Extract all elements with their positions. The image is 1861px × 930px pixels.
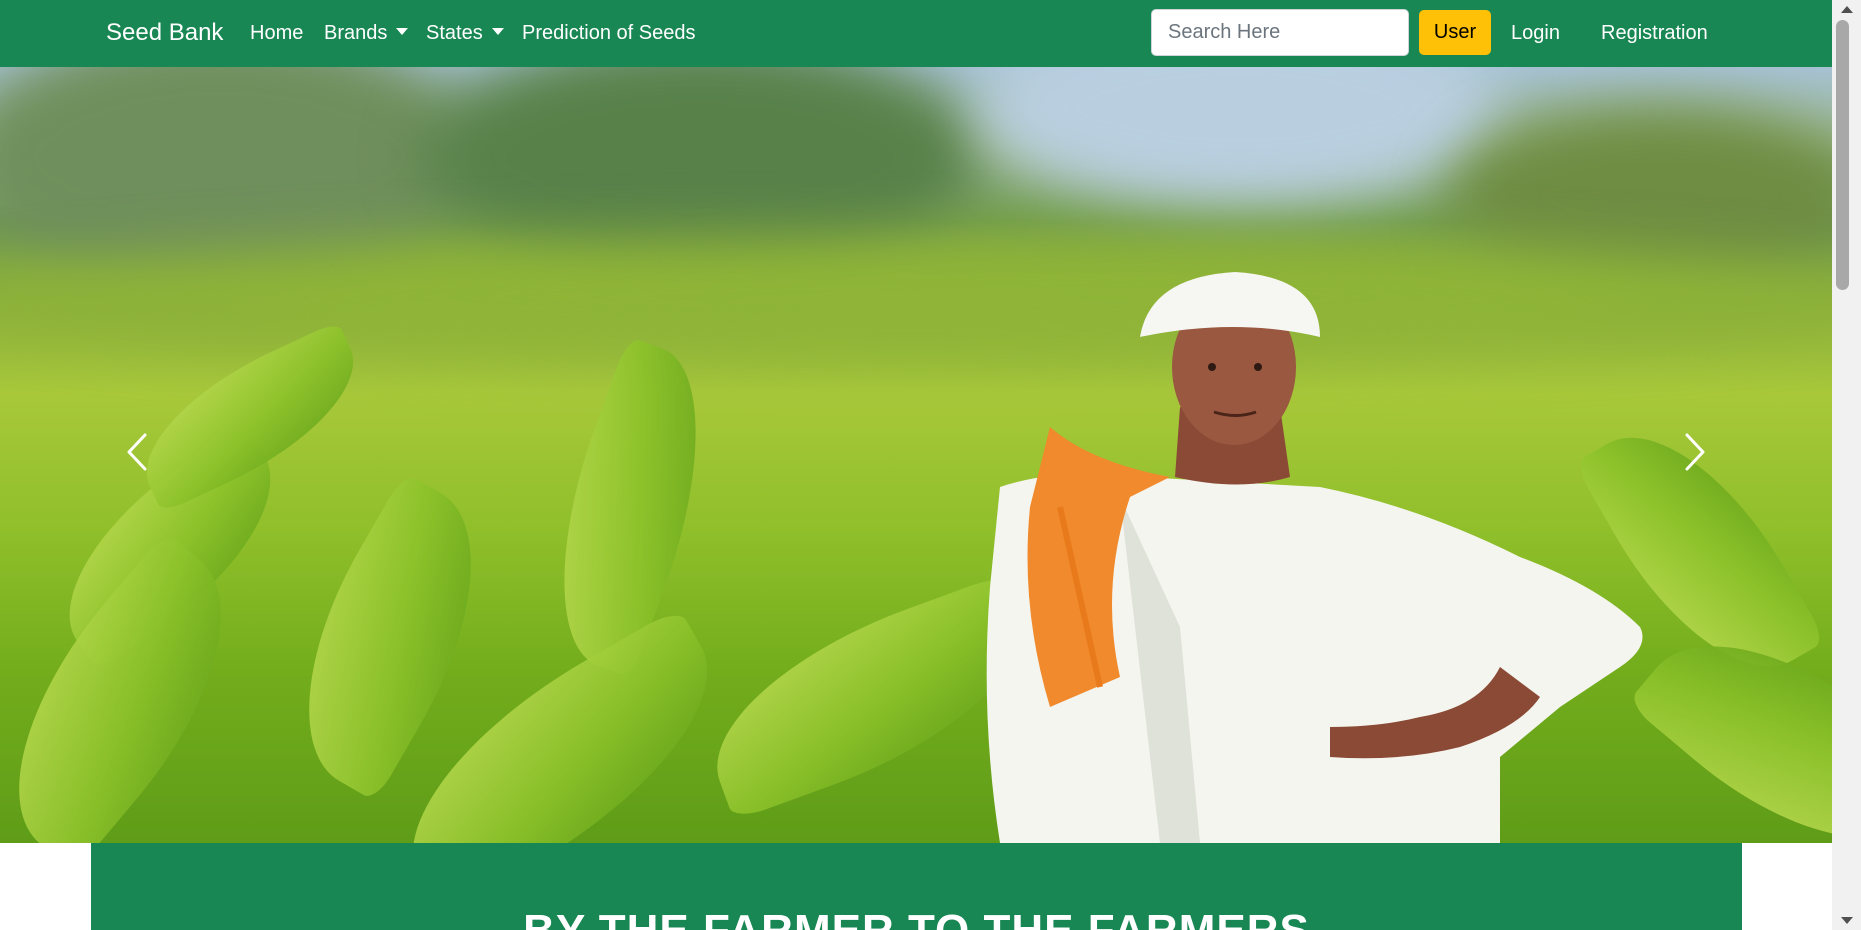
farmer-figure xyxy=(986,272,1643,843)
nav-states-label: States xyxy=(426,22,483,44)
nav-prediction-of-seeds[interactable]: Prediction of Seeds xyxy=(522,19,695,47)
carousel-prev-button[interactable] xyxy=(107,422,167,482)
user-button[interactable]: User xyxy=(1419,10,1491,55)
chevron-left-icon xyxy=(127,433,147,471)
hero-carousel xyxy=(0,67,1832,843)
nav-brands-dropdown[interactable]: Brands xyxy=(324,19,409,47)
page-scrollbar[interactable] xyxy=(1832,0,1861,930)
brand-logo[interactable]: Seed Bank xyxy=(106,17,223,49)
caret-down-icon xyxy=(396,28,409,35)
caret-down-icon xyxy=(491,28,504,35)
top-navbar: Seed Bank Home Brands States Prediction … xyxy=(0,0,1832,67)
nav-registration[interactable]: Registration xyxy=(1601,19,1708,47)
banner-title: BY THE FARMER TO THE FARMERS xyxy=(91,905,1742,930)
nav-brands-label: Brands xyxy=(324,22,388,44)
chevron-right-icon xyxy=(1685,433,1705,471)
scroll-up-arrow-icon[interactable] xyxy=(1841,6,1853,13)
nav-login[interactable]: Login xyxy=(1511,19,1560,47)
nav-states-dropdown[interactable]: States xyxy=(426,19,504,47)
nav-home[interactable]: Home xyxy=(250,19,303,47)
scrollbar-thumb[interactable] xyxy=(1836,20,1849,290)
search-input[interactable] xyxy=(1151,9,1409,56)
scroll-down-arrow-icon[interactable] xyxy=(1841,917,1853,924)
tagline-banner: BY THE FARMER TO THE FARMERS xyxy=(91,843,1742,930)
carousel-next-button[interactable] xyxy=(1665,422,1725,482)
